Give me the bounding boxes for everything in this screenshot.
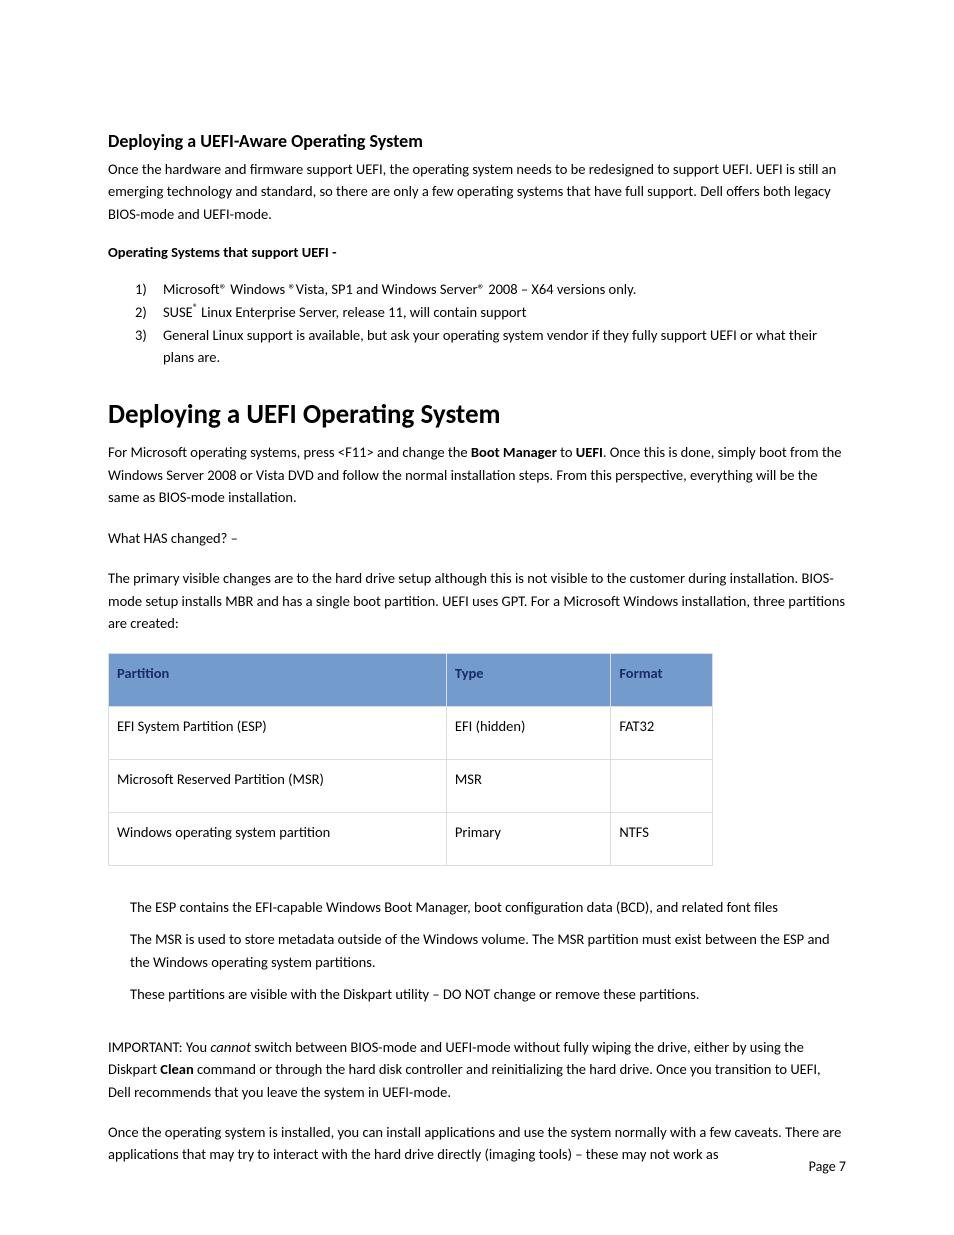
td-format: FAT32 [611,706,713,759]
section2-p3: The primary visible changes are to the h… [108,567,846,634]
list-marker: 1) [135,279,147,301]
os-support-list: 1) Microsoft® Windows ®Vista, SP1 and Wi… [108,279,846,368]
section1-intro: Once the hardware and firmware support U… [108,158,846,225]
p1-c: to [557,443,576,461]
list-item: 1) Microsoft® Windows ®Vista, SP1 and Wi… [163,279,846,301]
table-row: EFI System Partition (ESP) EFI (hidden) … [109,706,713,759]
support-heading: Operating Systems that support UEFI - [108,243,846,261]
td-partition: Microsoft Reserved Partition (MSR) [109,759,447,812]
list-marker: 2) [135,302,147,324]
td-type: Primary [446,812,610,865]
list-item: 2) SUSE® Linux Enterprise Server, releas… [163,302,846,324]
table-header-row: Partition Type Format [109,653,713,706]
table-row: Microsoft Reserved Partition (MSR) MSR [109,759,713,812]
list-marker: 3) [135,325,147,347]
imp-italic: cannot [210,1038,251,1056]
table-row: Windows operating system partition Prima… [109,812,713,865]
td-format: NTFS [611,812,713,865]
section2-p1: For Microsoft operating systems, press <… [108,441,846,508]
list-text: Microsoft® Windows ®Vista, SP1 and Windo… [163,280,636,298]
section2-p2: What HAS changed? – [108,527,846,549]
p1-bold2: UEFI [576,443,603,461]
imp-e: command or through the hard disk control… [108,1060,821,1100]
page-number: Page 7 [809,1158,846,1175]
td-partition: Windows operating system partition [109,812,447,865]
note-1: The ESP contains the EFI-capable Windows… [130,896,846,918]
imp-bold: Clean [160,1060,193,1078]
p1-bold1: Boot Manager [471,443,557,461]
note-3: These partitions are visible with the Di… [130,983,846,1005]
list-text-pre: SUSE [163,303,193,321]
list-text: General Linux support is available, but … [163,326,817,366]
important-paragraph: IMPORTANT: You cannot switch between BIO… [108,1036,846,1103]
th-partition: Partition [109,653,447,706]
td-type: MSR [446,759,610,812]
td-format [611,759,713,812]
td-partition: EFI System Partition (ESP) [109,706,447,759]
note-2: The MSR is used to store metadata outsid… [130,928,846,973]
notes-block: The ESP contains the EFI-capable Windows… [130,896,846,1006]
document-page: Deploying a UEFI-Aware Operating System … [0,0,954,1235]
closing-paragraph: Once the operating system is installed, … [108,1121,846,1166]
list-item: 3) General Linux support is available, b… [163,325,846,369]
list-text-post: Linux Enterprise Server, release 11, wil… [198,303,527,321]
p1-a: For Microsoft operating systems, press <… [108,443,471,461]
th-type: Type [446,653,610,706]
th-format: Format [611,653,713,706]
section2-heading: Deploying a UEFI Operating System [108,398,846,431]
imp-a: IMPORTANT: You [108,1038,210,1056]
td-type: EFI (hidden) [446,706,610,759]
partition-table: Partition Type Format EFI System Partiti… [108,653,713,866]
section1-heading: Deploying a UEFI-Aware Operating System [108,130,846,152]
